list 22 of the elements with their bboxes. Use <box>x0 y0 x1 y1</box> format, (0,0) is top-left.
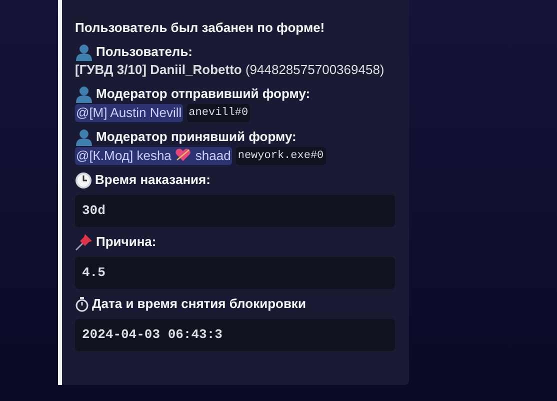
user-tag: newyork.exe#0 <box>236 147 326 165</box>
field-value: [ГУВД 3/10] Daniil_Robetto (944828575700369458) <box>75 61 386 79</box>
code-text: 4.5 <box>82 264 106 282</box>
pin-icon <box>75 233 93 251</box>
field-label: Модератор отправивший форму: <box>96 85 310 103</box>
heart-icon <box>175 148 192 162</box>
code-text: 2024-04-03 06:43:3 <box>82 326 222 344</box>
field-label: Дата и время снятия блокировки <box>92 295 306 313</box>
person-icon <box>75 128 93 146</box>
field-label: Модератор принявший форму: <box>96 128 296 146</box>
person-icon <box>75 44 93 60</box>
embed-title: Пользователь был забанен по форме! <box>75 19 326 37</box>
field-label: Время наказания: <box>95 171 210 189</box>
field-label: Причина: <box>96 233 156 251</box>
field-label: Пользователь: <box>96 43 193 61</box>
person-icon <box>75 86 93 102</box>
code-text: 30d <box>82 202 106 220</box>
user-mention[interactable]: @[К.Мод] kesha shaad <box>75 147 232 165</box>
user-mention[interactable]: @[M] Austin Nevill <box>75 104 183 122</box>
clock-icon <box>75 172 92 188</box>
stopwatch-icon <box>75 296 89 312</box>
user-tag: anevill#0 <box>186 104 250 122</box>
